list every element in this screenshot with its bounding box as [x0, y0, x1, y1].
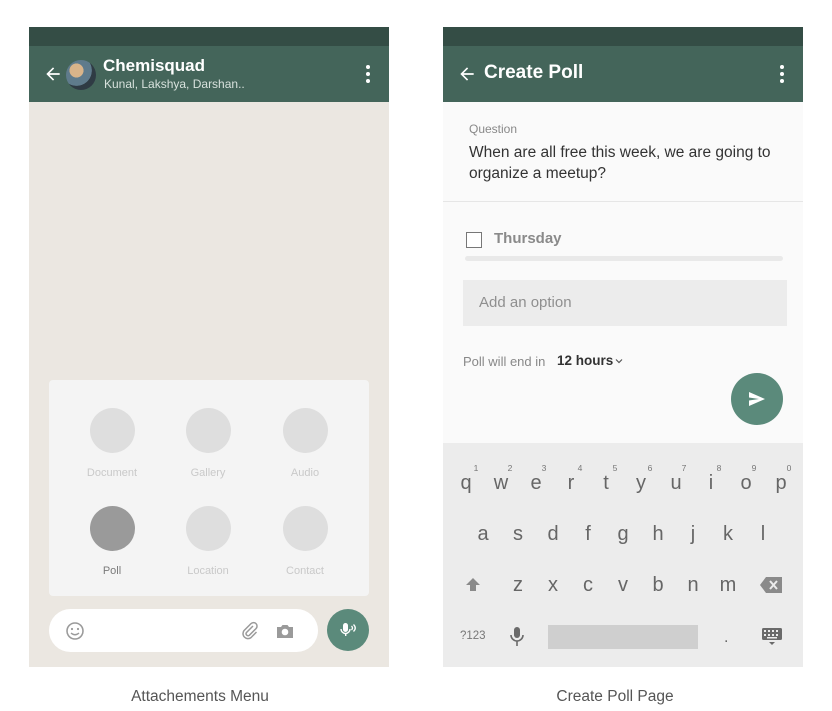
key-h[interactable]: h [640, 523, 676, 546]
poll-duration-select[interactable]: 12 hours [557, 353, 613, 368]
attach-contact[interactable]: Contact [257, 506, 353, 577]
group-avatar[interactable] [66, 60, 96, 90]
group-name[interactable]: Chemisquad [103, 56, 205, 76]
caption-create-poll: Create Poll Page [556, 688, 674, 705]
key-g[interactable]: g [605, 523, 641, 546]
add-option-field[interactable]: Add an option [463, 280, 787, 326]
camera-icon[interactable] [275, 621, 295, 641]
key-v[interactable]: v [605, 574, 641, 597]
key-u[interactable]: u [658, 472, 694, 495]
attach-document[interactable]: Document [64, 408, 160, 479]
contact-icon [282, 506, 328, 551]
key-k[interactable]: k [710, 523, 746, 546]
status-bar [29, 27, 389, 46]
space-key[interactable] [548, 625, 698, 649]
key-q[interactable]: q [448, 472, 484, 495]
shift-icon[interactable] [464, 576, 482, 594]
send-icon [749, 392, 765, 406]
document-icon [89, 408, 135, 453]
emoji-icon[interactable] [65, 621, 85, 641]
attach-label: Poll [102, 565, 122, 577]
group-members: Kunal, Lakshya, Darshan.. [104, 77, 245, 91]
attach-poll[interactable]: Poll [64, 506, 160, 577]
option-vote-bar [465, 256, 783, 261]
attach-gallery[interactable]: Gallery [160, 408, 256, 479]
key-x[interactable]: x [535, 574, 571, 597]
question-label: Question [469, 122, 518, 136]
status-bar [443, 27, 803, 46]
chat-app-bar: Chemisquad Kunal, Lakshya, Darshan.. [29, 46, 389, 102]
attach-label: Audio [290, 467, 320, 479]
key-p[interactable]: p [763, 472, 799, 495]
attach-location[interactable]: Location [160, 506, 256, 577]
attach-label: Location [187, 565, 229, 577]
page-title: Create Poll [484, 62, 584, 83]
create-poll-screen: Create Poll Question When are all free t… [443, 27, 803, 667]
key-f[interactable]: f [570, 523, 606, 546]
mic-icon [340, 623, 356, 636]
on-screen-keyboard: 1 2 3 4 5 6 7 8 9 0 q w e r t y u i o p … [443, 443, 803, 667]
key-s[interactable]: s [500, 523, 536, 546]
key-o[interactable]: o [728, 472, 764, 495]
question-input[interactable]: When are all free this week, we are goin… [469, 142, 789, 184]
option-checkbox[interactable] [466, 232, 482, 248]
audio-icon [282, 408, 328, 453]
mic-icon[interactable] [509, 626, 525, 648]
poll-option[interactable]: Thursday [494, 230, 562, 247]
poll-icon [89, 506, 135, 551]
voice-record-button[interactable] [327, 609, 369, 651]
location-icon [185, 506, 231, 551]
divider [443, 201, 803, 202]
message-input-bar[interactable] [49, 609, 318, 652]
key-n[interactable]: n [675, 574, 711, 597]
chevron-down-icon[interactable] [615, 357, 623, 365]
key-i[interactable]: i [693, 472, 729, 495]
key-z[interactable]: z [500, 574, 536, 597]
key-d[interactable]: d [535, 523, 571, 546]
attach-audio[interactable]: Audio [257, 408, 353, 479]
key-l[interactable]: l [745, 523, 781, 546]
symbols-key[interactable]: ?123 [460, 630, 486, 642]
back-arrow-icon[interactable] [457, 64, 477, 84]
key-r[interactable]: r [553, 472, 589, 495]
attachments-menu-screen: Chemisquad Kunal, Lakshya, Darshan.. Doc… [29, 27, 389, 667]
backspace-icon[interactable] [759, 576, 783, 594]
gallery-icon [185, 408, 231, 453]
attach-icon[interactable] [240, 621, 260, 641]
caption-attachments: Attachements Menu [131, 688, 269, 705]
attachment-menu: Document Gallery Audio Poll Location Con… [49, 380, 369, 596]
key-m[interactable]: m [710, 574, 746, 597]
more-vert-icon[interactable] [363, 64, 373, 84]
attach-label: Document [86, 467, 138, 479]
poll-end-label: Poll will end in [463, 354, 546, 369]
key-b[interactable]: b [640, 574, 676, 597]
back-arrow-icon[interactable] [43, 64, 63, 84]
key-t[interactable]: t [588, 472, 624, 495]
key-a[interactable]: a [465, 523, 501, 546]
key-w[interactable]: w [483, 472, 519, 495]
key-y[interactable]: y [623, 472, 659, 495]
keyboard-hide-icon[interactable] [761, 627, 783, 647]
add-option-placeholder: Add an option [479, 294, 572, 311]
attach-label: Gallery [190, 467, 226, 479]
key-c[interactable]: c [570, 574, 606, 597]
key-j[interactable]: j [675, 523, 711, 546]
period-key[interactable]: . [724, 629, 728, 647]
attach-label: Contact [286, 565, 324, 577]
more-vert-icon[interactable] [777, 64, 787, 84]
poll-app-bar: Create Poll [443, 46, 803, 102]
send-button[interactable] [731, 373, 783, 425]
key-e[interactable]: e [518, 472, 554, 495]
